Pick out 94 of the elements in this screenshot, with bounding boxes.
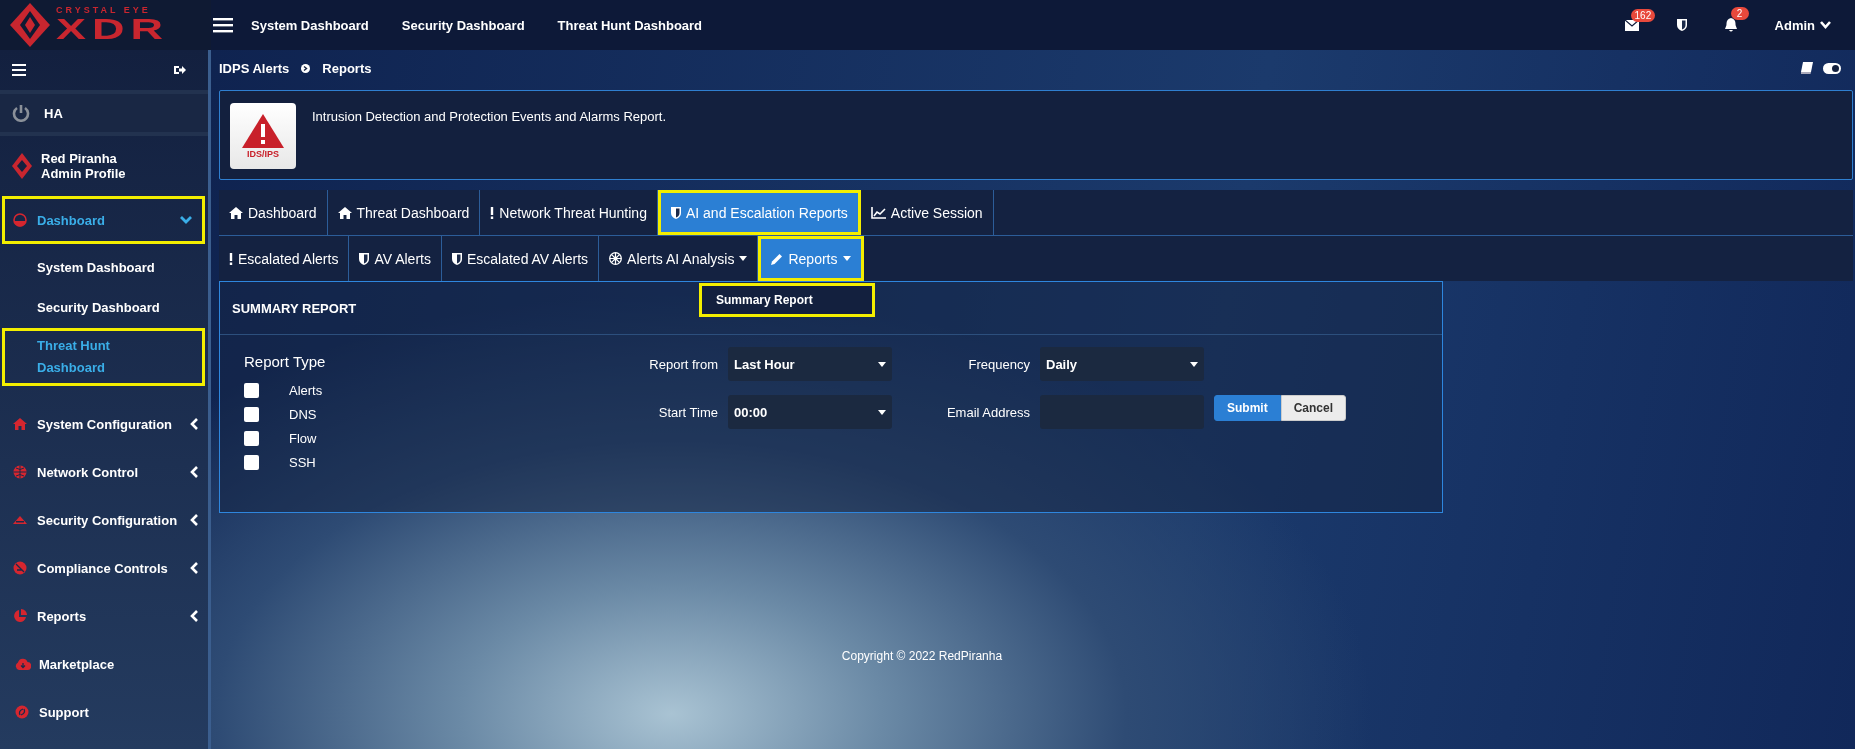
- diamond-logo-icon: [12, 153, 32, 179]
- nav-link[interactable]: Security Dashboard: [401, 17, 525, 33]
- sidebar-item[interactable]: Dashboard: [2, 196, 205, 244]
- checkbox-label: Flow: [289, 430, 317, 446]
- triangle-icon: [13, 516, 27, 524]
- sidebar-item[interactable]: Support: [0, 688, 208, 736]
- sidebar-subitem[interactable]: Threat Hunt Dashboard: [2, 328, 205, 386]
- house-icon: [229, 206, 243, 219]
- menu-icon[interactable]: [213, 17, 233, 33]
- chevron-left-icon: [190, 562, 198, 574]
- exclamation-icon: [229, 252, 233, 265]
- chevron-left-icon: [190, 418, 198, 430]
- sidebar-item[interactable]: System Configuration: [0, 400, 208, 448]
- checkbox-label: SSH: [289, 454, 316, 470]
- sidebar-item[interactable]: Reports: [0, 592, 208, 640]
- caret-icon: [842, 256, 851, 261]
- sidebar-subitem[interactable]: Security Dashboard: [0, 288, 208, 328]
- toggle-icon[interactable]: [1823, 62, 1841, 74]
- chevron-left-icon: [190, 466, 198, 478]
- arrow-circle-icon: [301, 63, 311, 73]
- diamond-logo-icon: [10, 3, 50, 47]
- select-field[interactable]: 00:00: [728, 395, 892, 429]
- circle-icon: [13, 561, 27, 575]
- tab[interactable]: Reports: [758, 236, 864, 281]
- checkbox[interactable]: [244, 430, 259, 446]
- sidebar-item[interactable]: Network Control: [0, 448, 208, 496]
- user-menu[interactable]: Admin: [1774, 17, 1831, 33]
- report-type-label: Report Type: [244, 353, 327, 370]
- globe-icon: [13, 465, 27, 479]
- exclamation-icon: [490, 206, 495, 219]
- caret-icon: [1190, 361, 1198, 367]
- pencil-icon: [771, 252, 784, 265]
- chevron-down-icon: [1820, 21, 1831, 29]
- logo-tagline: CRYSTAL EYE: [56, 6, 151, 16]
- shield-icon: [359, 252, 370, 265]
- sidebar-item[interactable]: Compliance Controls: [0, 544, 208, 592]
- sign-out-icon[interactable]: [174, 65, 186, 75]
- circle-icon: [15, 705, 29, 719]
- tab[interactable]: AV Alerts: [349, 236, 442, 281]
- checkbox[interactable]: [244, 382, 259, 398]
- shield-icon: [451, 252, 462, 265]
- ids-ips-badge: IDS/IPS: [230, 103, 296, 169]
- warning-triangle-icon: [242, 113, 284, 148]
- select-field[interactable]: Last Hour: [728, 347, 892, 381]
- sidebar-subitem[interactable]: System Dashboard: [0, 248, 208, 288]
- cloud-icon: [15, 658, 31, 670]
- breadcrumb-link[interactable]: IDPS Alerts: [219, 60, 290, 76]
- caret-icon: [739, 256, 748, 261]
- caret-icon: [878, 361, 886, 367]
- checkbox[interactable]: [244, 406, 259, 422]
- select-field[interactable]: Daily: [1040, 347, 1204, 381]
- nav-link[interactable]: Threat Hunt Dashboard: [557, 17, 703, 33]
- profile-name: Red Piranha: [41, 151, 118, 166]
- sidebar-item[interactable]: Security Configuration: [0, 496, 208, 544]
- nav-link[interactable]: System Dashboard: [251, 17, 369, 33]
- breadcrumb-current: Reports: [322, 60, 372, 76]
- checkbox-label: Alerts: [289, 382, 323, 398]
- checkbox-label: DNS: [289, 406, 317, 422]
- tab[interactable]: AI and Escalation Reports: [657, 190, 861, 235]
- dropdown-item[interactable]: Summary Report: [699, 283, 875, 317]
- sidebar-item[interactable]: Marketplace: [0, 640, 208, 688]
- logo-wordmark: XDR: [56, 15, 170, 44]
- field-label: Email Address: [945, 404, 1030, 420]
- chevron-left-icon: [190, 514, 198, 526]
- mail-icon[interactable]: [1624, 19, 1639, 31]
- shield-icon: [1676, 19, 1687, 31]
- banner-text: Intrusion Detection and Protection Events and Alarms Report.: [312, 109, 667, 126]
- caret-icon: [878, 409, 886, 415]
- house-icon: [13, 418, 27, 430]
- bell-icon[interactable]: [1724, 18, 1737, 32]
- cancel-button[interactable]: Cancel: [1280, 395, 1347, 421]
- field-label: Report from: [648, 356, 718, 372]
- house-icon: [337, 206, 352, 219]
- tab[interactable]: Escalated AV Alerts: [441, 236, 600, 281]
- profile-role: Admin Profile: [41, 166, 126, 181]
- field-label: Start Time: [657, 404, 718, 420]
- shield-icon: [670, 206, 681, 219]
- wheel-icon: [609, 252, 623, 265]
- submit-button[interactable]: Submit: [1214, 395, 1281, 421]
- ha-label: HA: [44, 105, 63, 121]
- tab[interactable]: Escalated Alerts: [219, 236, 350, 281]
- checkbox[interactable]: [244, 454, 259, 470]
- gauge-icon: [13, 213, 27, 227]
- book-icon[interactable]: [1801, 62, 1813, 74]
- menu-icon[interactable]: [12, 64, 26, 76]
- chevron-left-icon: [190, 610, 198, 622]
- chevron-down-icon: [180, 216, 192, 224]
- line-chart-icon: [870, 206, 886, 219]
- field-label: Frequency: [967, 356, 1030, 372]
- copyright-text: Copyright © 2022 RedPiranha: [840, 649, 1004, 663]
- count-badge: 2: [1730, 7, 1749, 20]
- count-badge: 162: [1630, 8, 1656, 22]
- power-icon: [12, 104, 30, 122]
- pie-chart-icon: [13, 609, 27, 623]
